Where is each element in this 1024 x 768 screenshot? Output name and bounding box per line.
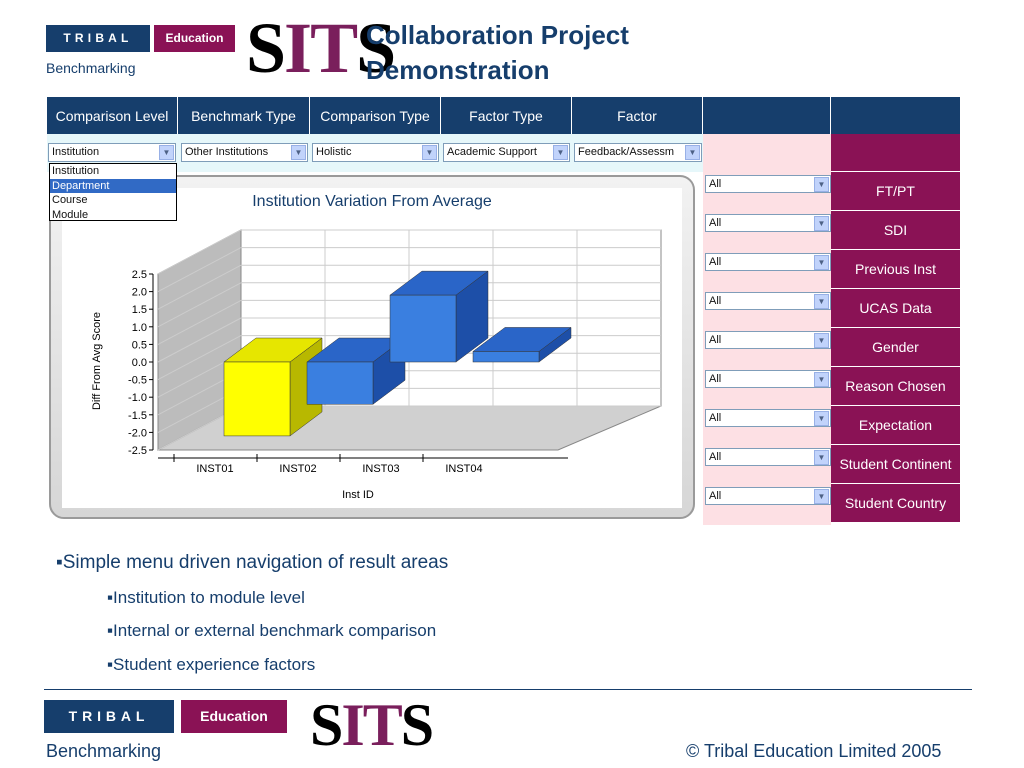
header-factor: Factor [572,97,703,134]
benchmark-type-select[interactable]: Other Institutions ▼ [181,143,308,162]
y-tick-label: 1.0 [132,322,147,334]
chevron-down-icon[interactable]: ▼ [814,489,829,504]
dropdown-option[interactable]: Institution [50,164,176,179]
factor-button[interactable]: FT/PT [831,172,960,211]
footer-sits-logo: SITS [310,692,434,758]
footer-benchmarking: Benchmarking [46,741,162,761]
copyright: © Tribal Education Limited 2005 [686,741,942,761]
chevron-down-icon[interactable]: ▼ [422,145,437,160]
bar [472,351,540,363]
dropdown-option[interactable]: Department [50,178,176,193]
factor-button[interactable]: UCAS Data [831,289,960,328]
footer-tribal-logo: TRIBAL [44,700,174,733]
header-blank-2 [831,97,960,134]
y-tick-label: 1.5 [132,304,147,316]
chevron-down-icon[interactable]: ▼ [814,450,829,465]
comparison-level-dropdown[interactable]: Institution Department Course Module [49,163,177,221]
factor-button[interactable]: Student Continent [831,445,960,484]
tribal-logo: TRIBAL [46,25,150,52]
y-tick-label: -1.5 [128,410,147,422]
chevron-down-icon[interactable]: ▼ [814,177,829,192]
chevron-down-icon[interactable]: ▼ [814,216,829,231]
benchmarking-label: Benchmarking [46,60,136,76]
bullet-sub: ▪Student experience factors [107,655,316,674]
factor-filter-select[interactable]: All ▼ [705,448,831,466]
education-logo: Education [154,25,235,52]
y-tick-label: 0.5 [132,339,147,351]
bullet-sub: ▪Internal or external benchmark comparis… [107,621,437,640]
bar [389,294,457,363]
factor-button[interactable]: Previous Inst [831,250,960,289]
footer-divider [44,689,972,690]
chart-title: Institution Variation From Average [252,193,492,210]
factor-button[interactable]: Expectation [831,406,960,445]
y-tick-label: -2.0 [128,427,147,439]
dropdown-option[interactable]: Course [50,193,176,208]
chevron-down-icon[interactable]: ▼ [159,145,174,160]
chart-xlabel: Inst ID [342,489,374,501]
header-comparison-level: Comparison Level [47,97,178,134]
factor-select[interactable]: Feedback/Assessm ▼ [574,143,702,162]
factor-filter-select[interactable]: All ▼ [705,292,831,310]
factor-filter-select[interactable]: All ▼ [705,214,831,232]
bar [306,361,374,405]
factor-filter-select[interactable]: All ▼ [705,487,831,505]
chevron-down-icon[interactable]: ▼ [814,255,829,270]
bar [223,361,291,437]
factor-filter-select[interactable]: All ▼ [705,175,831,193]
factor-filter-select[interactable]: All ▼ [705,409,831,427]
y-tick-label: -1.0 [128,392,147,404]
chevron-down-icon[interactable]: ▼ [814,372,829,387]
chevron-down-icon[interactable]: ▼ [291,145,306,160]
x-tick-label: INST04 [445,463,482,475]
y-tick-label: -2.5 [128,445,147,457]
variation-chart: Institution Variation From Average Inst … [49,175,695,519]
factor-button[interactable]: Gender [831,328,960,367]
comparison-type-select[interactable]: Holistic ▼ [312,143,439,162]
factor-type-select[interactable]: Academic Support ▼ [443,143,570,162]
header-comparison-type: Comparison Type [310,97,441,134]
chevron-down-icon[interactable]: ▼ [814,411,829,426]
chevron-down-icon[interactable]: ▼ [814,333,829,348]
x-tick-label: INST02 [279,463,316,475]
bullet-main: ▪Simple menu driven navigation of result… [56,552,449,573]
y-tick-label: 0.0 [132,357,147,369]
factor-filter-select[interactable]: All ▼ [705,331,831,349]
header-blank-1 [703,97,831,134]
y-tick-label: 2.0 [132,287,147,299]
factor-button[interactable]: Student Country [831,484,960,523]
dropdown-option[interactable]: Module [50,208,176,223]
chart-ylabel: Diff From Avg Score [91,312,103,410]
chevron-down-icon[interactable]: ▼ [685,145,700,160]
chevron-down-icon[interactable]: ▼ [553,145,568,160]
factor-button[interactable]: Reason Chosen [831,367,960,406]
header-factor-type: Factor Type [441,97,572,134]
y-tick-label: -0.5 [128,375,147,387]
x-tick-label: INST01 [196,463,233,475]
factor-header-cell [831,134,960,172]
y-tick-label: 2.5 [132,269,147,281]
x-tick-label: INST03 [362,463,399,475]
bullet-sub: ▪Institution to module level [107,588,305,607]
chevron-down-icon[interactable]: ▼ [814,294,829,309]
header-benchmark-type: Benchmark Type [178,97,310,134]
comparison-level-select[interactable]: Institution ▼ [48,143,176,162]
page-title: Collaboration Project Demonstration [366,20,629,85]
factor-filter-select[interactable]: All ▼ [705,370,831,388]
footer-education-logo: Education [181,700,287,733]
factor-button[interactable]: SDI [831,211,960,250]
factor-filter-select[interactable]: All ▼ [705,253,831,271]
